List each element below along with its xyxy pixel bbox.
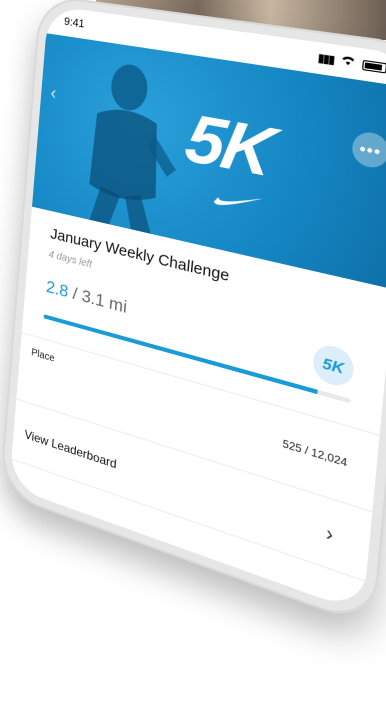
view-leaderboard-button[interactable]: View Leaderboard › xyxy=(12,406,372,578)
challenge-badge: 5K xyxy=(311,341,356,390)
back-chevron-icon[interactable]: ‹ xyxy=(50,83,57,105)
view-leaderboard-label: View Leaderboard xyxy=(24,427,118,472)
progress-bar xyxy=(43,314,351,404)
status-icons: ▮▮▮ xyxy=(317,51,386,74)
distance-progress: 2.8 / 3.1 mi xyxy=(45,277,127,318)
more-options-icon[interactable]: ••• xyxy=(350,129,386,171)
distance-current: 2.8 xyxy=(45,276,70,302)
phone-frame: 9:41 ▮▮▮ ‹ 5K ••• January Weekly Challen… xyxy=(0,0,386,629)
runner-image xyxy=(87,61,179,240)
time-left-label: 4 days left xyxy=(48,248,93,271)
chevron-right-icon: › xyxy=(325,521,335,547)
phone-mockup: 9:41 ▮▮▮ ‹ 5K ••• January Weekly Challen… xyxy=(0,0,386,713)
place-label: Place xyxy=(30,347,55,365)
status-time: 9:41 xyxy=(63,15,85,31)
place-value: 525 / 12,024 xyxy=(281,438,348,470)
wifi-icon xyxy=(340,55,356,71)
progress-bar-fill xyxy=(43,314,318,395)
battery-icon xyxy=(361,59,386,74)
signal-icon: ▮▮▮ xyxy=(317,51,335,67)
distance-total: / 3.1 mi xyxy=(71,283,128,318)
hero-title: 5K xyxy=(179,99,280,191)
app-screen: 9:41 ▮▮▮ ‹ 5K ••• January Weekly Challen… xyxy=(9,5,386,614)
